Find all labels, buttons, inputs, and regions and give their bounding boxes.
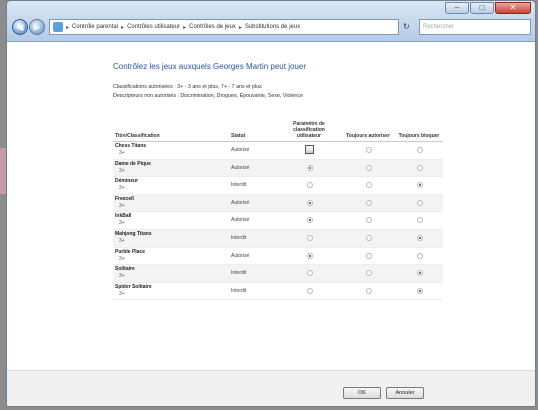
always-block-radio[interactable] xyxy=(417,164,423,171)
user-rating-radio[interactable] xyxy=(307,234,313,241)
caption-buttons: – □ ✕ xyxy=(444,2,531,14)
game-rating: 3+ xyxy=(119,290,125,297)
search-input[interactable]: Rechercher xyxy=(419,19,531,35)
always-block-radio[interactable] xyxy=(417,147,423,153)
close-button[interactable]: ✕ xyxy=(495,2,531,14)
dialog-footer: OK Annuler xyxy=(7,370,535,406)
game-title: Purble Place xyxy=(115,248,146,255)
game-rating: 3+ xyxy=(119,273,125,280)
always-allow-radio[interactable] xyxy=(366,217,372,224)
refresh-icon[interactable]: ↻ xyxy=(403,19,415,35)
breadcrumb-item[interactable]: Contrôles de jeux xyxy=(189,24,236,30)
table-body: Chess Titans 3+ Autorisé Dame de Pique 3+ Aut… xyxy=(113,142,443,301)
game-title: Dame de Pique xyxy=(115,160,151,167)
table-row: Dame de Pique 3+ Autorisé xyxy=(113,159,443,178)
user-rating-radio[interactable] xyxy=(307,164,313,171)
breadcrumb-item[interactable]: Contrôle parental xyxy=(72,24,118,30)
game-status: Interdit xyxy=(231,182,247,189)
user-rating-radio[interactable] xyxy=(307,287,313,294)
game-title: InkBall xyxy=(115,213,132,220)
game-rating: 3+ xyxy=(119,220,125,227)
always-block-radio[interactable] xyxy=(417,234,423,241)
game-title: Spider Solitaire xyxy=(115,283,152,290)
game-rating: 3+ xyxy=(119,202,125,209)
game-status: Autorisé xyxy=(231,217,250,224)
always-allow-radio[interactable] xyxy=(366,164,372,171)
chevron-right-icon: ▸ xyxy=(121,24,125,31)
always-block-radio[interactable] xyxy=(417,217,423,224)
game-rating: 3+ xyxy=(119,237,125,244)
game-status: Autorisé xyxy=(231,147,250,153)
user-rating-radio[interactable] xyxy=(307,182,313,189)
always-block-radio[interactable] xyxy=(417,182,423,189)
game-title: Freecell xyxy=(115,195,134,202)
table-row: Mahjong Titans 3+ Interdit xyxy=(113,229,443,248)
forward-button[interactable]: ▶ xyxy=(29,19,45,35)
breadcrumb-item[interactable]: Contrôles utilisateur xyxy=(127,24,180,30)
always-allow-radio[interactable] xyxy=(366,182,372,189)
table-row: Démineur 3+ Interdit xyxy=(113,177,443,195)
always-block-radio[interactable] xyxy=(417,252,423,259)
allowed-ratings-text: Classifications autorisées : 3+ - 3 ans … xyxy=(113,84,262,90)
table-row: Solitaire 3+ Interdit xyxy=(113,265,443,283)
game-title: Solitaire xyxy=(115,266,135,273)
column-header-always-block: Toujours bloquer xyxy=(398,133,440,139)
game-rating: 3+ xyxy=(119,255,125,262)
table-row: Spider Solitaire 3+ Interdit xyxy=(113,283,443,301)
window: – □ ✕ ◀ ▶ ▸ Contrôle parental ▸ Contrôle… xyxy=(6,0,536,407)
table-row: Purble Place 3+ Autorisé xyxy=(113,248,443,266)
column-header-param: Paramètre de classification utilisateur xyxy=(293,121,325,139)
always-allow-radio[interactable] xyxy=(366,287,372,294)
game-status: Interdit xyxy=(231,234,247,241)
user-rating-radio[interactable] xyxy=(307,217,313,224)
game-title: Chess Titans xyxy=(115,143,147,149)
chevron-right-icon: ▸ xyxy=(238,24,242,31)
table-row: InkBall 3+ Autorisé xyxy=(113,212,443,230)
games-table: Titre/Classification Statut Paramètre de… xyxy=(113,115,443,301)
user-rating-radio[interactable] xyxy=(307,199,313,206)
chevron-right-icon: ▸ xyxy=(183,24,187,31)
game-status: Interdit xyxy=(231,287,247,294)
table-row: Freecell 3+ Autorisé xyxy=(113,194,443,213)
user-rating-radio[interactable] xyxy=(307,252,313,259)
column-header-always-allow: Toujours autoriser xyxy=(346,133,390,139)
game-title: Mahjong Titans xyxy=(115,230,152,237)
control-panel-icon xyxy=(53,22,63,32)
game-rating: 3+ xyxy=(119,185,125,192)
ok-button[interactable]: OK xyxy=(343,387,381,399)
table-row: Chess Titans 3+ Autorisé xyxy=(113,142,443,160)
always-allow-radio[interactable] xyxy=(366,270,372,277)
user-rating-radio[interactable] xyxy=(307,270,313,277)
page-title: Contrôlez les jeux auxquels Georges Mart… xyxy=(113,62,306,71)
game-status: Autorisé xyxy=(231,199,250,206)
game-title: Démineur xyxy=(115,178,139,185)
title-bar: – □ ✕ ◀ ▶ ▸ Contrôle parental ▸ Contrôle… xyxy=(7,1,535,42)
game-status: Autorisé xyxy=(231,164,250,171)
game-status: Autorisé xyxy=(231,252,250,259)
address-bar[interactable]: ▸ Contrôle parental ▸ Contrôles utilisat… xyxy=(49,19,399,35)
blocked-descriptors-text: Descripteurs non autorisés : Discriminat… xyxy=(113,93,304,99)
table-header: Titre/Classification Statut Paramètre de… xyxy=(113,115,443,142)
always-allow-radio[interactable] xyxy=(366,147,372,153)
game-rating: 3+ xyxy=(119,167,125,174)
column-header-status: Statut xyxy=(231,133,246,139)
column-header-title: Titre/Classification xyxy=(115,133,160,139)
game-status: Interdit xyxy=(231,270,247,277)
always-block-radio[interactable] xyxy=(417,199,423,206)
always-block-radio[interactable] xyxy=(417,287,423,294)
main-content: Contrôlez les jeux auxquels Georges Mart… xyxy=(7,42,535,370)
breadcrumb-item[interactable]: Substitutions de jeux xyxy=(245,24,300,30)
minimize-button[interactable]: – xyxy=(445,2,469,14)
user-rating-settings-icon[interactable] xyxy=(305,145,314,154)
always-allow-radio[interactable] xyxy=(366,234,372,241)
game-rating: 3+ xyxy=(119,150,125,156)
back-button[interactable]: ◀ xyxy=(12,19,28,35)
always-allow-radio[interactable] xyxy=(366,199,372,206)
always-block-radio[interactable] xyxy=(417,270,423,277)
always-allow-radio[interactable] xyxy=(366,252,372,259)
cancel-button[interactable]: Annuler xyxy=(386,387,424,399)
chevron-right-icon: ▸ xyxy=(66,24,70,31)
maximize-button[interactable]: □ xyxy=(470,2,494,14)
